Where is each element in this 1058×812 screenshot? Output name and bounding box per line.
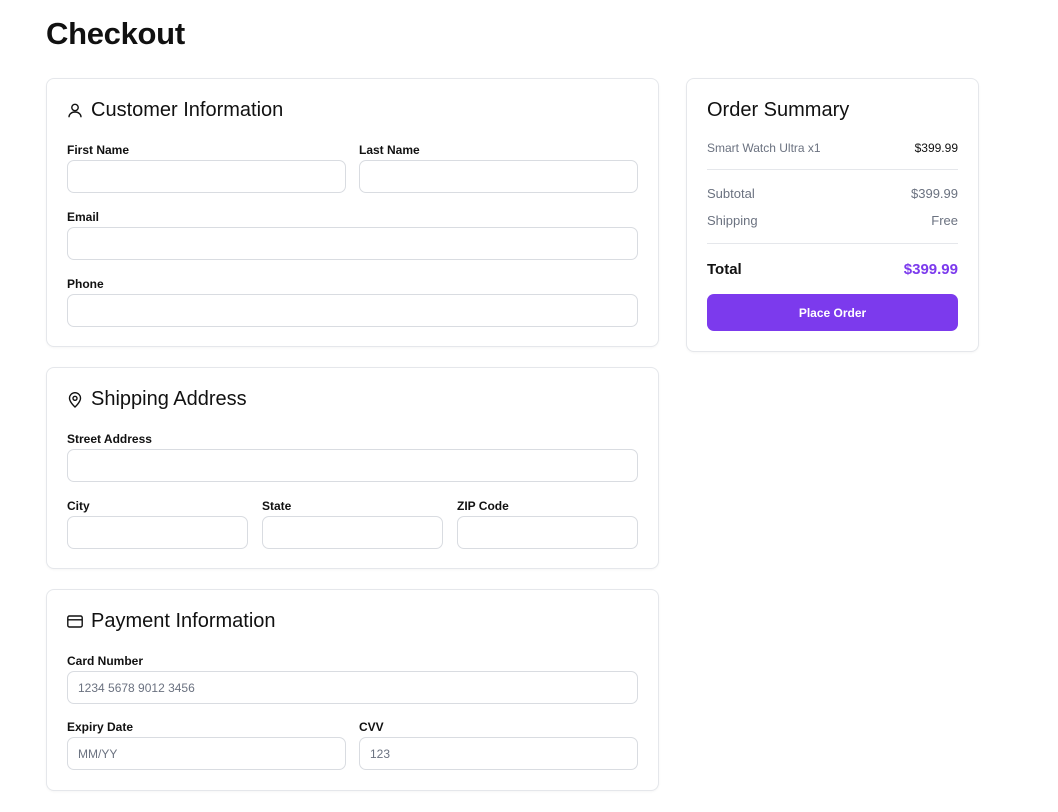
- customer-information-card: Customer Information First Name Last Nam…: [46, 78, 659, 347]
- cvv-input[interactable]: [359, 737, 638, 770]
- section-title: Customer Information: [91, 99, 284, 121]
- subtotal-row: Subtotal $399.99: [707, 186, 958, 201]
- divider: [707, 243, 958, 244]
- zip-code-label: ZIP Code: [457, 499, 509, 513]
- email-label: Email: [67, 210, 100, 224]
- total-value: $399.99: [903, 261, 958, 278]
- zip-code-input[interactable]: [457, 516, 638, 549]
- subtotal-value: $399.99: [911, 186, 958, 201]
- item-name: Smart Watch Ultra x1: [707, 141, 821, 155]
- city-field: City: [67, 499, 248, 549]
- cvv-field: CVV: [359, 720, 638, 770]
- expiry-date-input[interactable]: [67, 737, 346, 770]
- order-summary-title: Order Summary: [707, 99, 850, 121]
- shipping-value: Free: [931, 213, 958, 228]
- last-name-input[interactable]: [359, 160, 638, 193]
- divider: [707, 169, 958, 170]
- expiry-date-label: Expiry Date: [67, 720, 134, 734]
- city-input[interactable]: [67, 516, 248, 549]
- customer-information-header: Customer Information: [67, 99, 283, 122]
- order-item-row: Smart Watch Ultra x1 $399.99: [707, 141, 958, 155]
- email-input[interactable]: [67, 227, 638, 260]
- item-price: $399.99: [914, 141, 958, 155]
- page-title: Checkout: [46, 16, 185, 51]
- zip-code-field: ZIP Code: [457, 499, 638, 549]
- first-name-field: First Name: [67, 143, 346, 193]
- last-name-label: Last Name: [359, 143, 420, 157]
- state-label: State: [262, 499, 292, 513]
- card-number-input[interactable]: [67, 671, 638, 704]
- payment-information-card: Payment Information Card Number Expiry D…: [46, 589, 659, 791]
- last-name-field: Last Name: [359, 143, 638, 193]
- user-icon: [67, 103, 83, 119]
- subtotal-label: Subtotal: [707, 186, 755, 201]
- shipping-row: Shipping Free: [707, 213, 958, 228]
- expiry-date-field: Expiry Date: [67, 720, 346, 770]
- shipping-address-header: Shipping Address: [67, 388, 247, 411]
- payment-information-header: Payment Information: [67, 610, 276, 633]
- state-field: State: [262, 499, 443, 549]
- order-summary-card: Order Summary Smart Watch Ultra x1 $399.…: [686, 78, 979, 352]
- phone-label: Phone: [67, 277, 104, 291]
- section-title: Shipping Address: [91, 388, 247, 410]
- total-label: Total: [707, 261, 742, 278]
- card-number-field: Card Number: [67, 654, 638, 704]
- shipping-label: Shipping: [707, 213, 758, 228]
- card-number-label: Card Number: [67, 654, 144, 668]
- shipping-address-card: Shipping Address Street Address City Sta…: [46, 367, 659, 569]
- street-address-input[interactable]: [67, 449, 638, 482]
- cvv-label: CVV: [359, 720, 384, 734]
- street-address-label: Street Address: [67, 432, 152, 446]
- state-input[interactable]: [262, 516, 443, 549]
- phone-input[interactable]: [67, 294, 638, 327]
- city-label: City: [67, 499, 90, 513]
- place-order-button[interactable]: Place Order: [707, 294, 958, 331]
- credit-card-icon: [67, 614, 83, 630]
- first-name-label: First Name: [67, 143, 130, 157]
- street-address-field: Street Address: [67, 432, 638, 482]
- section-title: Payment Information: [91, 610, 276, 632]
- map-pin-icon: [67, 391, 83, 408]
- phone-field: Phone: [67, 277, 638, 327]
- email-field: Email: [67, 210, 638, 260]
- total-row: Total $399.99: [707, 261, 958, 278]
- first-name-input[interactable]: [67, 160, 346, 193]
